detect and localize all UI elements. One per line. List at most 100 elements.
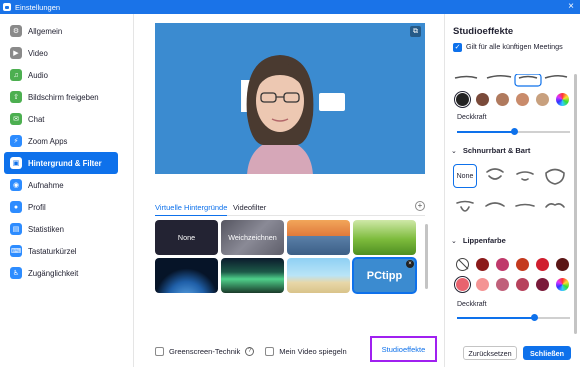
custom-color-swatch[interactable] (556, 278, 569, 291)
sidebar-item-gear[interactable]: ⚙ Allgemein (4, 20, 118, 42)
settings-sidebar: ⚙ Allgemein ▶ Video ♫ Audio ⇧ Bildschirm freige… (0, 14, 134, 367)
beard-style-option[interactable] (483, 195, 507, 219)
background-tile-beach[interactable] (287, 258, 350, 293)
background-tile-label: None (177, 233, 196, 242)
sidebar-item-label: Video (28, 48, 48, 58)
popout-preview-icon[interactable]: ⧉ (410, 26, 421, 37)
lip-color-swatch[interactable] (556, 258, 569, 271)
sidebar-item-video[interactable]: ▶ Video (4, 42, 118, 64)
keyboard-icon: ⌨ (10, 245, 22, 257)
eyebrow-color-swatch[interactable] (516, 93, 529, 106)
beard-style-option[interactable] (513, 195, 537, 219)
greenscreen-checkbox[interactable] (155, 346, 164, 356)
lip-color-swatch[interactable] (476, 258, 489, 271)
apps-icon: ⚡ (10, 135, 22, 147)
sidebar-item-label: Zoom Apps (28, 136, 68, 146)
lip-section-header[interactable]: ⌄ Lippenfarbe (451, 236, 506, 245)
beard-style-option[interactable] (513, 164, 537, 188)
beard-style-option[interactable] (453, 195, 477, 219)
background-icon: ▣ (10, 157, 22, 169)
lip-color-swatch[interactable] (516, 258, 529, 271)
lip-color-swatch[interactable] (536, 278, 549, 291)
sidebar-item-accessibility[interactable]: ♿ Zugänglichkeit (4, 262, 118, 284)
beard-style-option[interactable] (483, 164, 507, 188)
background-tile-label: PCtipp (366, 269, 403, 282)
lip-color-swatch[interactable] (496, 258, 509, 271)
statistics-icon: ▤ (10, 223, 22, 235)
panel-scrollbar[interactable] (574, 74, 577, 334)
eyebrow-color-swatch[interactable] (476, 93, 489, 106)
help-icon[interactable]: ? (245, 346, 255, 356)
sidebar-item-label: Hintergrund & Filter (28, 158, 102, 168)
add-background-icon[interactable]: + (415, 201, 425, 211)
sidebar-item-label: Zugänglichkeit (28, 268, 79, 278)
sidebar-item-share-screen[interactable]: ⇧ Bildschirm freigeben (4, 86, 118, 108)
eyebrow-color-swatch[interactable] (496, 93, 509, 106)
background-tile-earth[interactable] (155, 258, 218, 293)
background-tile-label: Weichzeichnen (228, 233, 277, 242)
beard-style-option[interactable] (543, 195, 567, 219)
lip-opacity-slider[interactable] (457, 314, 570, 321)
eyebrow-color-swatch[interactable] (536, 93, 549, 106)
greenscreen-label: Greenscreen-Technik (169, 346, 241, 356)
sidebar-item-profile[interactable]: ● Profil (4, 196, 118, 218)
accessibility-icon: ♿ (10, 267, 22, 279)
lip-opacity-label: Deckkraft (457, 301, 487, 308)
lip-color-swatch[interactable] (476, 278, 489, 291)
sidebar-item-background[interactable]: ▣ Hintergrund & Filter (4, 152, 118, 174)
eyebrow-style-strip[interactable] (453, 74, 571, 94)
studio-effects-button[interactable]: Studioeffekte (370, 336, 437, 362)
eyebrow-color-swatch[interactable] (453, 90, 472, 109)
sidebar-item-label: Statistiken (28, 224, 64, 234)
sidebar-item-headphones[interactable]: ♫ Audio (4, 64, 118, 86)
beard-style-option[interactable] (543, 164, 567, 188)
bottom-options: Greenscreen-Technik ? Mein Video spiegel… (155, 345, 352, 357)
tab-virtual-backgrounds[interactable]: Virtuelle Hintergründe (155, 203, 228, 216)
background-filter-main: P ⧉ Virtuelle Hintergründe Videofilter +… (135, 14, 442, 367)
background-tile-blur[interactable]: Weichzeichnen (221, 220, 284, 255)
background-tile-solid[interactable]: None (155, 220, 218, 255)
headphones-icon: ♫ (10, 69, 22, 81)
reset-button[interactable]: Zurücksetzen (463, 346, 517, 360)
record-icon: ◉ (10, 179, 22, 191)
background-tile-brand[interactable]: PCtipp × (352, 257, 417, 294)
lip-color-swatch[interactable] (516, 278, 529, 291)
sidebar-item-statistics[interactable]: ▤ Statistiken (4, 218, 118, 240)
eyebrow-opacity-slider[interactable] (457, 128, 570, 135)
apply-future-meetings-label: Gilt für alle künftigen Meetings (466, 42, 563, 51)
lip-color-swatch[interactable] (496, 278, 509, 291)
studio-effects-panel: Studioeffekte ✓ Gilt für alle künftigen … (444, 14, 580, 367)
background-tabs: Virtuelle Hintergründe Videofilter + (155, 201, 425, 216)
profile-icon: ● (10, 201, 22, 213)
sidebar-item-keyboard[interactable]: ⌨ Tastaturkürzel (4, 240, 118, 262)
lip-section-label: Lippenfarbe (462, 236, 506, 245)
beard-style-none[interactable]: None (453, 164, 477, 188)
custom-color-swatch[interactable] (556, 93, 569, 106)
apply-future-meetings-checkbox[interactable]: ✓ (453, 43, 462, 52)
beard-none-label: None (456, 172, 474, 180)
beard-section-label: Schnurrbart & Bart (462, 146, 531, 155)
window-title: Einstellungen (15, 2, 61, 12)
mirror-video-checkbox[interactable] (265, 346, 275, 356)
background-grid: None Weichzeichnen PCtipp × (155, 220, 425, 296)
background-tile-aurora[interactable] (221, 258, 284, 293)
lip-color-swatch[interactable] (453, 275, 472, 294)
no-color-swatch[interactable] (456, 258, 469, 271)
sidebar-item-record[interactable]: ◉ Aufnahme (4, 174, 118, 196)
beard-section-header[interactable]: ⌄ Schnurrbart & Bart (451, 146, 530, 155)
share-screen-icon: ⇧ (10, 91, 22, 103)
lip-color-swatch[interactable] (536, 258, 549, 271)
panel-title: Studioeffekte (453, 26, 514, 37)
background-tile-grass[interactable] (353, 220, 416, 255)
remove-background-icon[interactable]: × (406, 260, 414, 268)
close-window-icon[interactable]: × (568, 1, 574, 13)
tab-video-filters[interactable]: Videofilter (233, 203, 266, 216)
close-button[interactable]: Schließen (523, 346, 571, 360)
sidebar-item-label: Bildschirm freigeben (28, 92, 99, 102)
chevron-down-icon: ⌄ (451, 147, 457, 155)
sidebar-item-chat[interactable]: ✉ Chat (4, 108, 118, 130)
background-scrollbar[interactable] (425, 224, 428, 289)
video-preview: P ⧉ (155, 23, 425, 174)
sidebar-item-apps[interactable]: ⚡ Zoom Apps (4, 130, 118, 152)
background-tile-golden-gate[interactable] (287, 220, 350, 255)
